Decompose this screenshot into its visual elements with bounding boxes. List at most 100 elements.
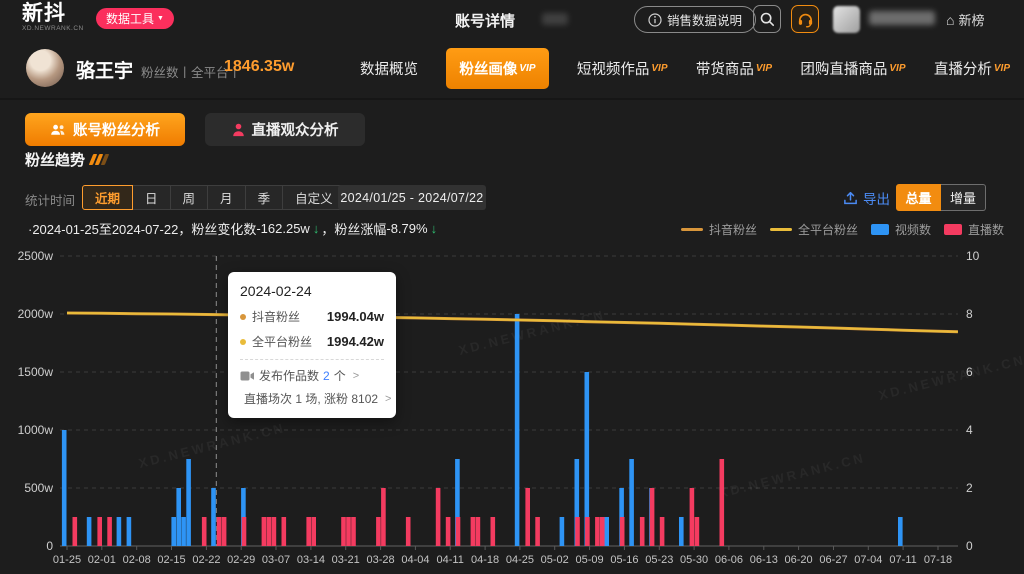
live-bar[interactable] <box>476 517 481 546</box>
live-bar[interactable] <box>107 517 112 546</box>
live-bar[interactable] <box>600 517 605 546</box>
time-option-季[interactable]: 季 <box>245 185 284 210</box>
live-bar[interactable] <box>262 517 267 546</box>
video-bar[interactable] <box>62 430 67 546</box>
nav-item-带货商品[interactable]: 带货商品VIP <box>696 58 772 79</box>
nav-item-label: 数据概览 <box>360 62 418 78</box>
date-range-picker[interactable]: 2024/01/25 - 2024/07/22 <box>338 185 486 210</box>
nav-item-直播分析[interactable]: 直播分析VIP <box>934 58 1010 79</box>
live-bar[interactable] <box>406 517 411 546</box>
live-bar[interactable] <box>267 517 272 546</box>
live-bar[interactable] <box>595 517 600 546</box>
tooltip-works-link[interactable]: 发布作品数2 个 > <box>240 367 384 384</box>
legend-item-直播数[interactable]: 直播数 <box>944 221 1004 238</box>
live-bar[interactable] <box>346 517 351 546</box>
live-bar[interactable] <box>660 517 665 546</box>
live-bar[interactable] <box>650 488 655 546</box>
user-name-redacted[interactable] <box>869 11 935 25</box>
video-bar[interactable] <box>127 517 132 546</box>
tab-live-audience-analysis[interactable]: 直播观众分析 <box>205 113 365 146</box>
tab-account-fans-analysis[interactable]: 账号粉丝分析 <box>25 113 185 146</box>
x-axis-label: 06-20 <box>785 554 813 566</box>
live-bar[interactable] <box>535 517 540 546</box>
legend-item-全平台粉丝[interactable]: 全平台粉丝 <box>770 221 858 238</box>
account-name: 骆王宇 <box>76 56 133 83</box>
time-option-近期[interactable]: 近期 <box>82 185 133 210</box>
live-bar[interactable] <box>585 517 590 546</box>
app-logo[interactable]: 新抖 XD.NEWRANK.CN <box>22 3 84 32</box>
video-bar[interactable] <box>186 459 191 546</box>
legend-item-视频数[interactable]: 视频数 <box>871 221 931 238</box>
vip-badge: VIP <box>519 63 535 74</box>
decrease-arrow-icon: ↓ <box>313 221 320 236</box>
fans-trend-chart[interactable]: 2500w102000w81500w61000w4500w200XD.NEWRA… <box>0 250 1024 574</box>
video-bar[interactable] <box>560 517 565 546</box>
support-button[interactable] <box>791 5 819 33</box>
live-bar[interactable] <box>471 517 476 546</box>
douyin-series-dot <box>240 314 246 320</box>
video-bar[interactable] <box>176 488 181 546</box>
live-bar[interactable] <box>620 517 625 546</box>
live-bar[interactable] <box>311 517 316 546</box>
live-bar[interactable] <box>446 517 451 546</box>
time-option-周[interactable]: 周 <box>170 185 209 210</box>
live-bar[interactable] <box>720 459 725 546</box>
live-bar[interactable] <box>73 517 78 546</box>
live-bar[interactable] <box>695 517 700 546</box>
x-axis-label: 06-06 <box>715 554 743 566</box>
live-bar[interactable] <box>341 517 346 546</box>
live-bar[interactable] <box>690 488 695 546</box>
sales-data-info-button[interactable]: 销售数据说明 <box>634 6 756 33</box>
live-bar[interactable] <box>351 517 356 546</box>
search-button[interactable] <box>753 5 781 33</box>
live-bar[interactable] <box>272 517 277 546</box>
live-bar[interactable] <box>202 517 207 546</box>
caret-down-icon: ▼ <box>157 15 164 22</box>
live-bar[interactable] <box>306 517 311 546</box>
video-bar[interactable] <box>211 488 216 546</box>
nav-item-团购直播商品[interactable]: 团购直播商品VIP <box>800 58 905 79</box>
video-bar[interactable] <box>898 517 903 546</box>
data-tools-badge[interactable]: 数据工具 ▼ <box>96 8 174 29</box>
live-bar[interactable] <box>525 488 530 546</box>
mode-总量[interactable]: 总量 <box>896 184 941 211</box>
nav-item-数据概览[interactable]: 数据概览 <box>360 58 418 79</box>
live-bar[interactable] <box>376 517 381 546</box>
live-bar[interactable] <box>456 517 461 546</box>
live-bar[interactable] <box>491 517 496 546</box>
user-avatar[interactable] <box>833 6 860 33</box>
video-bar[interactable] <box>679 517 684 546</box>
x-axis-label: 03-28 <box>367 554 395 566</box>
live-bar[interactable] <box>381 488 386 546</box>
nav-item-粉丝画像[interactable]: 粉丝画像VIP <box>446 48 548 89</box>
video-bar[interactable] <box>604 517 609 546</box>
live-bar[interactable] <box>222 517 227 546</box>
live-bar[interactable] <box>436 488 441 546</box>
account-avatar[interactable] <box>26 49 64 87</box>
newrank-home-link[interactable]: ⌂ 新榜 <box>946 10 984 29</box>
live-bar[interactable] <box>242 517 247 546</box>
tooltip-live-link[interactable]: 直播场次 1 场, 涨粉 8102 > <box>240 390 384 407</box>
time-option-月[interactable]: 月 <box>207 185 246 210</box>
video-bar[interactable] <box>171 517 176 546</box>
live-bar[interactable] <box>640 517 645 546</box>
y-axis-label-right: 0 <box>966 539 973 553</box>
nav-item-label: 短视频作品 <box>577 62 650 78</box>
live-bar[interactable] <box>575 517 580 546</box>
live-bar[interactable] <box>217 517 222 546</box>
time-option-自定义[interactable]: 自定义 <box>282 185 346 210</box>
nav-item-短视频作品[interactable]: 短视频作品VIP <box>577 58 668 79</box>
video-bar[interactable] <box>117 517 122 546</box>
video-bar[interactable] <box>515 314 520 546</box>
time-option-日[interactable]: 日 <box>132 185 171 210</box>
video-bar[interactable] <box>181 517 186 546</box>
video-bar[interactable] <box>87 517 92 546</box>
legend-item-抖音粉丝[interactable]: 抖音粉丝 <box>681 221 757 238</box>
export-button[interactable]: 导出 <box>843 188 890 208</box>
live-count-bars[interactable] <box>73 459 725 546</box>
live-bar[interactable] <box>97 517 102 546</box>
live-bar[interactable] <box>282 517 287 546</box>
mode-增量[interactable]: 增量 <box>941 184 986 211</box>
divider <box>0 98 1024 100</box>
video-bar[interactable] <box>629 459 634 546</box>
